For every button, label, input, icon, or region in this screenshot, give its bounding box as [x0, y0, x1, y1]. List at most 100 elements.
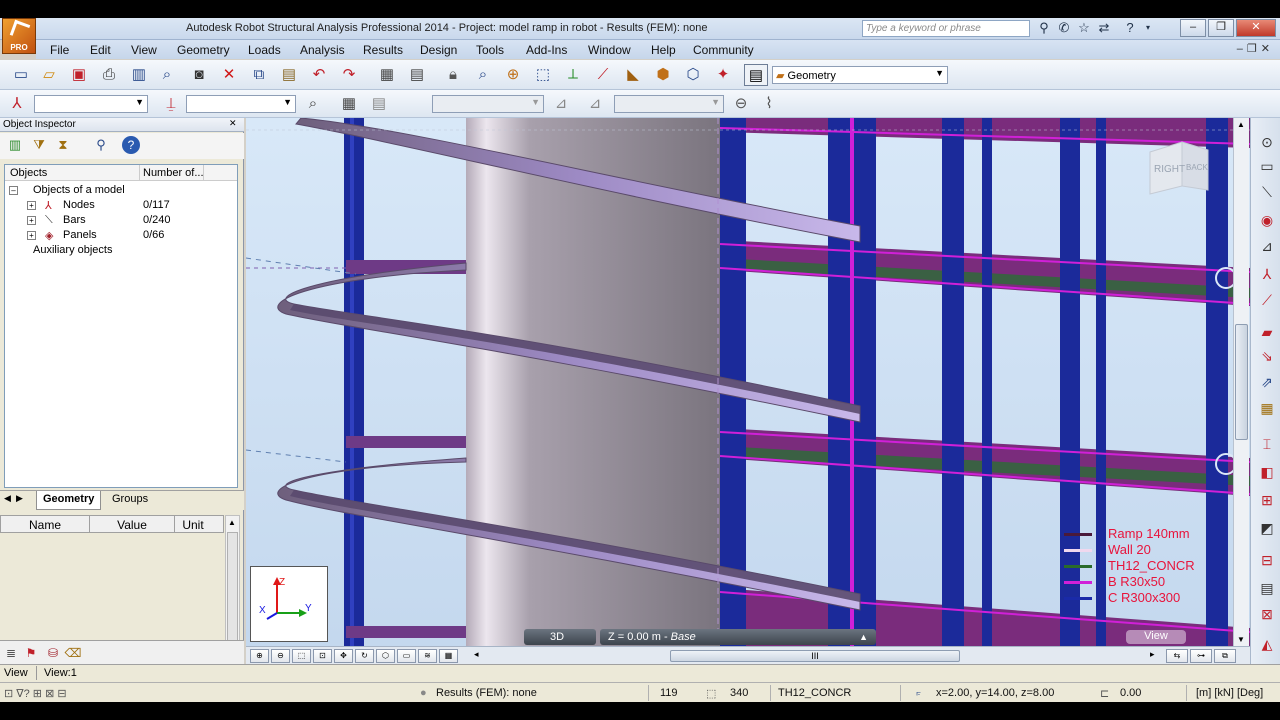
mdi-window-controls[interactable]: –❐✕ — [1237, 42, 1274, 55]
meshing-icon[interactable]: ⊟ — [1256, 550, 1278, 570]
menu-loads[interactable]: Loads — [248, 43, 281, 57]
column-number[interactable]: Number of... — [143, 167, 204, 179]
tab-view-1[interactable]: View:1 — [44, 667, 77, 679]
filter-icon[interactable]: ⧩ — [30, 136, 48, 154]
list-icon[interactable]: ≣ — [2, 644, 20, 662]
spreadsheet-icon[interactable]: ▥ — [6, 136, 24, 154]
find-icon[interactable]: ⚲ — [92, 136, 110, 154]
model-icon[interactable]: ⬡ — [682, 64, 704, 86]
paste-icon[interactable]: ▤ — [278, 64, 300, 86]
material-icon[interactable]: ◧ — [1256, 462, 1278, 482]
node-selection-dropdown[interactable]: ▼ — [34, 95, 148, 113]
flag-icon[interactable]: ⚑ — [22, 644, 40, 662]
layers-icon[interactable]: ≋ — [418, 649, 437, 663]
menu-edit[interactable]: Edit — [90, 43, 111, 57]
tab-geometry[interactable]: Geometry — [36, 491, 102, 510]
zoom-window-icon[interactable]: ⬚ — [292, 649, 311, 663]
scroll-up-icon[interactable]: ▲ — [228, 518, 236, 527]
column[interactable] — [982, 118, 992, 646]
column-objects[interactable]: Objects — [10, 167, 47, 179]
menu-file[interactable]: File — [50, 43, 69, 57]
section-icon[interactable]: ⌶ — [1256, 434, 1278, 454]
status-tools-icon[interactable]: ⊡ ∇? ⊞ ⊠ ⊟ — [4, 687, 67, 700]
app-logo[interactable]: PRO — [2, 18, 36, 54]
column[interactable] — [942, 118, 964, 646]
combination-icon[interactable]: ⊿ — [584, 93, 606, 115]
view-mode-button[interactable]: 3D — [524, 629, 596, 645]
menu-help[interactable]: Help — [651, 43, 676, 57]
scroll-left-icon[interactable]: ◂ — [474, 649, 479, 660]
star-icon[interactable]: ☆ — [1076, 20, 1092, 36]
binoculars-icon[interactable]: ⚲ — [1036, 20, 1052, 36]
scroll-right-icon[interactable]: ▸ — [1150, 649, 1155, 660]
mode-dropdown[interactable]: ▼ — [614, 95, 724, 113]
view-cube[interactable]: RIGHT BACK — [1146, 136, 1218, 196]
open-icon[interactable]: ▱ — [38, 64, 60, 86]
tables-icon[interactable]: ▦ — [376, 64, 398, 86]
book-icon[interactable]: ▥ — [128, 64, 150, 86]
pan-icon[interactable]: ✥ — [334, 649, 353, 663]
help-icon[interactable]: ? — [122, 136, 140, 154]
tab-scroll-right-icon[interactable]: ▶ — [16, 493, 23, 504]
exchange-icon[interactable]: ⇄ — [1096, 20, 1112, 36]
menu-design[interactable]: Design — [420, 43, 457, 57]
menu-geometry[interactable]: Geometry — [177, 43, 230, 57]
display-icon[interactable]: ⌇ — [758, 93, 780, 115]
expand-icon[interactable]: + — [27, 201, 36, 210]
zoom-all-icon[interactable]: ⊡ — [313, 649, 332, 663]
clear-filter-icon[interactable]: ⧗ — [54, 136, 72, 154]
close-icon[interactable]: ✕ — [229, 119, 239, 129]
section-view-icon[interactable]: ⊖ — [730, 93, 752, 115]
tree-root[interactable]: Objects of a model — [33, 184, 125, 196]
preferences-icon[interactable]: ✦ — [712, 64, 734, 86]
tree-item-auxiliary[interactable]: Auxiliary objects — [33, 244, 112, 256]
menu-analysis[interactable]: Analysis — [300, 43, 345, 57]
load-display-icon[interactable]: ⇗ — [1256, 372, 1278, 392]
minimize-button[interactable]: – — [1180, 19, 1206, 37]
results-icon[interactable]: ◭ — [1256, 634, 1278, 654]
communication-icon[interactable]: ✆ — [1056, 20, 1072, 36]
zoom-in-icon[interactable]: ⊕ — [250, 649, 269, 663]
help-dropdown-icon[interactable]: ▾ — [1140, 20, 1156, 36]
print-icon[interactable]: ⎙ — [98, 64, 120, 86]
selection-filter-icon[interactable]: ⌕ — [302, 93, 324, 115]
release-icon[interactable]: ⊿ — [1256, 236, 1278, 256]
layout-icon[interactable]: ▤ — [744, 64, 768, 86]
slab-edge[interactable] — [346, 436, 470, 448]
tab-scroll-left-icon[interactable]: ◀ — [4, 493, 11, 504]
layout-dropdown[interactable]: ▰ Geometry ▼ — [772, 66, 948, 84]
view-3d-icon[interactable]: ⬡ — [376, 649, 395, 663]
bars-icon[interactable]: ⟋ — [1256, 290, 1278, 310]
view-link-icon[interactable]: ⊶ — [1190, 649, 1212, 663]
zoom-all-icon[interactable]: ⊕ — [502, 64, 524, 86]
bar-selection-dropdown[interactable]: ▼ — [186, 95, 296, 113]
section-display-icon[interactable]: ▭ — [1256, 156, 1278, 176]
menu-window[interactable]: Window — [588, 43, 631, 57]
tree-item-panels[interactable]: Panels — [63, 229, 97, 241]
bar-section-icon[interactable]: ⟋ — [592, 64, 614, 86]
screen-capture-icon[interactable]: ◙ — [188, 64, 210, 86]
support-icon[interactable]: ◉ — [1256, 210, 1278, 230]
grid-display-icon[interactable]: ▦ — [439, 649, 458, 663]
slab-edge[interactable] — [346, 626, 470, 638]
expand-icon[interactable]: + — [27, 231, 36, 240]
new-icon[interactable]: ▭ — [10, 64, 32, 86]
status-units[interactable]: [m] [kN] [Deg] — [1196, 687, 1263, 699]
eraser-icon[interactable]: ⌫ — [64, 644, 82, 662]
search-input[interactable]: Type a keyword or phrase — [862, 20, 1030, 37]
tab-groups[interactable]: Groups — [112, 493, 148, 505]
nodes-icon[interactable]: ⅄ — [1256, 264, 1278, 284]
view-sync-icon[interactable]: ⇆ — [1166, 649, 1188, 663]
prop-column-name[interactable]: Name — [1, 518, 89, 532]
menu-tools[interactable]: Tools — [476, 43, 504, 57]
offset-icon[interactable]: ⊞ — [1256, 490, 1278, 510]
undo-icon[interactable]: ↶ — [308, 64, 330, 86]
tab-view[interactable]: View — [4, 667, 28, 679]
load-case-icon[interactable]: ⊿ — [550, 93, 572, 115]
scroll-down-icon[interactable]: ▼ — [1237, 635, 1245, 644]
expand-icon[interactable]: + — [27, 216, 36, 225]
table-icon[interactable]: ▤ — [1256, 578, 1278, 598]
prop-column-unit[interactable]: Unit — [175, 518, 211, 532]
status-material[interactable]: TH12_CONCR — [778, 687, 851, 699]
lock-icon[interactable]: 🔒︎ — [442, 64, 464, 86]
